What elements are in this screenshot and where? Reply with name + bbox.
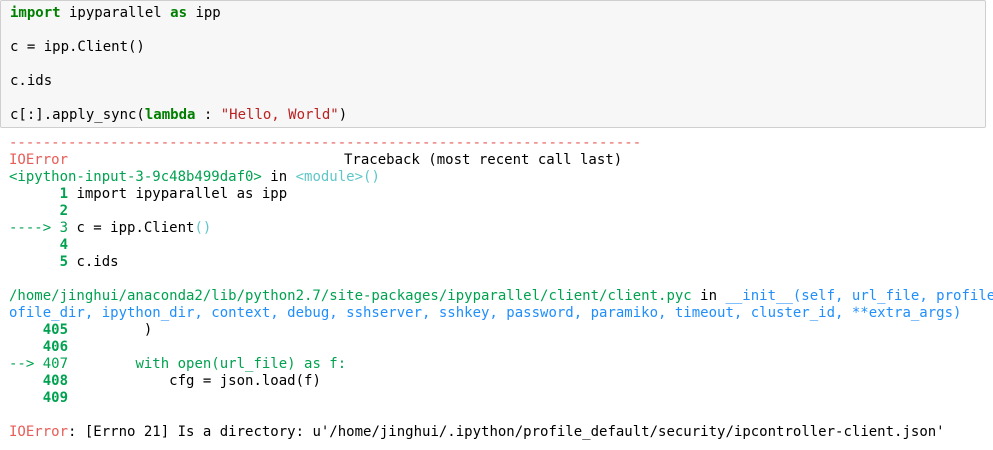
code-text: c[:].apply_sync( [10,107,145,123]
current-line-arrow: ----> 3 [9,220,69,236]
frame1-location: <ipython-input-3-9c48b499daf0> in <modul… [9,169,380,186]
line-code: cfg = json.load(f) [68,373,321,389]
code-text: : [195,107,221,123]
frame2-file: /home/jinghui/anaconda2/lib/python2.7/si… [9,288,692,304]
code-text: ipp [187,5,221,21]
frame2-function: __init__(self, url_file, profile, pr [725,288,993,304]
traceback-header-line: IOError Traceback (most recent call last) [9,152,622,169]
traceback-separator: ----------------------------------------… [9,135,642,151]
line-code: import ipyparallel as ipp [68,186,288,202]
line-code: with open(url_file) as f: [68,356,347,372]
keyword-as: as [170,5,188,21]
line-number: 408 [9,373,69,389]
string-literal: "Hello, World" [220,107,339,123]
frame2-location: /home/jinghui/anaconda2/lib/python2.7/si… [9,288,993,305]
in-text: in [261,169,296,185]
line-number: 5 [9,254,69,270]
frame1-file: <ipython-input-3-9c48b499daf0> [9,169,262,185]
code-line-1: import ipyparallel as ipp [10,5,221,22]
frame1-line-1: 1 import ipyparallel as ipp [9,186,288,203]
code-text: ) [338,107,348,123]
keyword-import: import [10,5,61,21]
code-line-4: c[:].apply_sync(lambda : "Hello, World") [10,107,347,124]
frame2-line-406: 406 [9,339,68,356]
final-error-message: : [Errno 21] Is a directory: u'/home/jin… [68,424,945,440]
keyword-lambda: lambda [144,107,196,123]
line-code: c.ids [68,254,119,270]
frame1-function: <module>() [295,169,380,185]
code-input-cell[interactable]: import ipyparallel as ipp c = ipp.Client… [0,0,986,128]
line-number: 1 [9,186,69,202]
line-number: 409 [9,390,69,406]
line-code: c = ipp.Client [68,220,195,236]
frame2-line-409: 409 [9,390,68,407]
frame1-line-5: 5 c.ids [9,254,119,271]
frame2-line-405: 405 ) [9,322,153,339]
frame1-line-3-current: ----> 3 c = ipp.Client() [9,220,211,237]
traceback-title: Traceback (most recent call last) [344,152,623,168]
final-error-name: IOError [9,424,69,440]
line-number: 2 [9,203,69,219]
line-code: ) [68,322,153,338]
frame1-line-2: 2 [9,203,68,220]
code-line-2: c = ipp.Client() [10,39,145,55]
in-text: in [691,288,726,304]
current-line-arrow: --> 407 [9,356,69,372]
code-text: ipyparallel [60,5,171,21]
frame1-line-4: 4 [9,237,68,254]
line-number: 406 [9,339,69,355]
frame2-function-continued: ofile_dir, ipython_dir, context, debug, … [9,305,962,321]
error-name: IOError [9,152,69,168]
line-number: 405 [9,322,69,338]
final-error-line: IOError: [Errno 21] Is a directory: u'/h… [9,424,945,441]
line-number: 4 [9,237,69,253]
code-line-3: c.ids [10,73,53,89]
frame2-line-408: 408 cfg = json.load(f) [9,373,321,390]
line-code-paren: () [194,220,212,236]
frame2-line-407-current: --> 407 with open(url_file) as f: [9,356,346,373]
